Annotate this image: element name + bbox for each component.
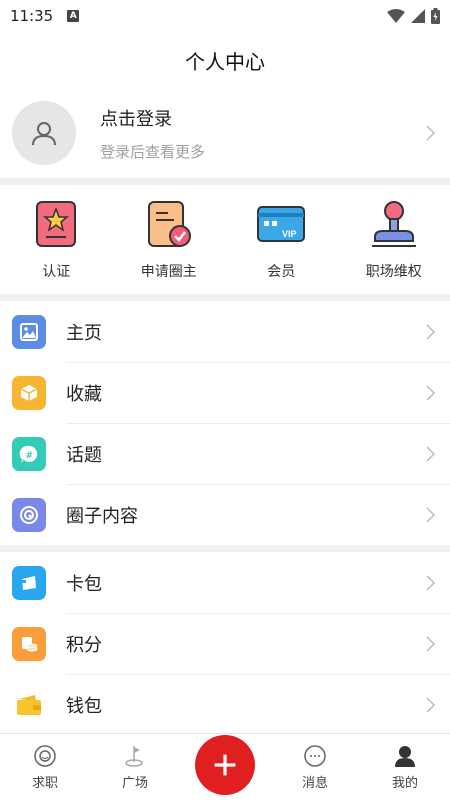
- section-divider: [0, 178, 450, 185]
- grid-label: 认证: [42, 263, 71, 280]
- menu-item-circle-content[interactable]: 圈子内容: [0, 484, 450, 545]
- menu-item-points[interactable]: 积分: [0, 613, 450, 674]
- message-icon: [304, 745, 326, 767]
- status-bar: 11:35 A: [0, 0, 450, 32]
- image-icon: [12, 314, 46, 349]
- hash-icon: #: [12, 436, 46, 471]
- box-icon: [12, 375, 46, 410]
- menu-label: 钱包: [66, 695, 102, 717]
- tab-mine[interactable]: 我的: [360, 734, 450, 801]
- grid-item-certify[interactable]: 认证: [0, 185, 113, 294]
- page-title: 个人中心: [185, 49, 265, 74]
- quick-actions: 认证 申请圈主 VIP 会员 职场维权: [0, 185, 450, 294]
- flag-icon: [125, 746, 143, 767]
- tab-square[interactable]: 广场: [90, 734, 180, 801]
- tab-jobs[interactable]: 求职: [0, 734, 90, 801]
- grid-label: 会员: [267, 263, 296, 280]
- section-divider: [0, 294, 450, 301]
- tab-label: 消息: [301, 776, 328, 791]
- person-icon: [395, 746, 415, 767]
- login-subtitle: 登录后查看更多: [100, 142, 206, 161]
- battery-icon: [431, 8, 440, 24]
- tab-publish[interactable]: [180, 734, 270, 801]
- menu-item-topics[interactable]: # 话题: [0, 423, 450, 484]
- svg-text:#: #: [26, 451, 34, 461]
- grid-label: 申请圈主: [140, 263, 197, 280]
- menu-label: 话题: [66, 444, 102, 466]
- menu-item-favorites[interactable]: 收藏: [0, 362, 450, 423]
- chevron-right-icon: [426, 384, 436, 401]
- circle-icon: [12, 497, 46, 532]
- login-title[interactable]: 点击登录: [100, 105, 205, 131]
- grid-label: 职场维权: [365, 263, 422, 280]
- grid-item-rights[interactable]: 职场维权: [338, 185, 450, 294]
- grid-item-vip[interactable]: VIP 会员: [225, 185, 338, 294]
- wallet-icon: [12, 688, 46, 722]
- tab-label: 我的: [391, 776, 418, 791]
- menu-label: 圈子内容: [66, 505, 138, 527]
- login-card[interactable]: 点击登录 登录后查看更多: [0, 88, 450, 178]
- menu-group-1: 主页 收藏 # 话题 圈子内容: [0, 301, 450, 545]
- chevron-right-icon: [426, 574, 436, 591]
- chevron-right-icon: [426, 635, 436, 652]
- avatar[interactable]: [12, 101, 76, 165]
- plus-button[interactable]: [195, 734, 255, 795]
- chevron-right-icon: [426, 445, 436, 462]
- certificate-icon: [36, 200, 77, 247]
- chevron-right-icon: [426, 125, 436, 141]
- plus-icon: [214, 754, 236, 775]
- section-divider: [0, 545, 450, 552]
- chevron-right-icon: [426, 696, 436, 713]
- chevron-right-icon: [426, 506, 436, 523]
- menu-label: 积分: [66, 634, 102, 656]
- notification-badge-icon: A: [67, 10, 80, 22]
- vip-card-icon: VIP: [257, 205, 306, 242]
- tab-label: 广场: [121, 776, 148, 791]
- signal-icon: [411, 9, 425, 23]
- status-time: 11:35: [10, 7, 54, 25]
- stamp-icon: [371, 200, 416, 247]
- menu-label: 卡包: [66, 573, 102, 595]
- menu-item-wallet[interactable]: 钱包: [0, 674, 450, 735]
- svg-text:VIP: VIP: [282, 229, 297, 239]
- wifi-icon: [387, 9, 405, 23]
- card-icon: [12, 565, 46, 600]
- bottom-tab-bar: 求职 广场 消息 我的: [0, 733, 450, 801]
- menu-label: 收藏: [66, 383, 102, 405]
- tab-messages[interactable]: 消息: [270, 734, 360, 801]
- menu-item-card-wallet[interactable]: 卡包: [0, 552, 450, 613]
- menu-group-2: 卡包 积分 钱包: [0, 552, 450, 735]
- grid-item-apply-owner[interactable]: 申请圈主: [113, 185, 226, 294]
- user-outline-icon: [32, 122, 56, 146]
- smile-icon: [34, 745, 56, 767]
- chevron-right-icon: [426, 323, 436, 340]
- menu-label: 主页: [66, 322, 102, 344]
- apply-owner-icon: [147, 200, 191, 247]
- menu-item-home[interactable]: 主页: [0, 301, 450, 362]
- coins-icon: [12, 626, 46, 661]
- tab-label: 求职: [31, 776, 58, 791]
